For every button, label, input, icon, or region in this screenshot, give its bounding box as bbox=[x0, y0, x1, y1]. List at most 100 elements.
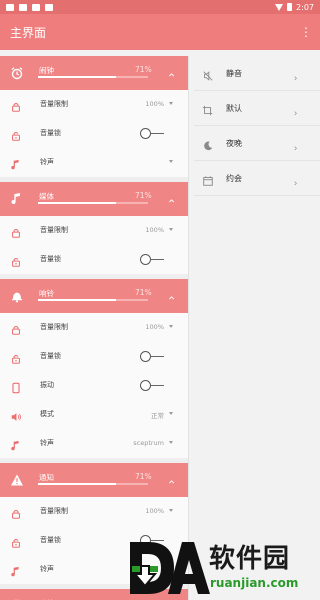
signal-icon bbox=[275, 3, 284, 11]
setting-label: 音量限制 bbox=[40, 226, 68, 234]
profile-item-meeting[interactable]: 约会 bbox=[194, 161, 320, 196]
chevron-up-icon[interactable] bbox=[168, 66, 178, 77]
lock-icon bbox=[10, 321, 22, 335]
volume-slider[interactable] bbox=[38, 483, 148, 485]
music-note-icon bbox=[10, 437, 22, 451]
notification-icon bbox=[19, 3, 27, 11]
moon-icon bbox=[202, 137, 214, 151]
notification-icon bbox=[6, 3, 14, 11]
setting-row-ringtone[interactable]: 铃声 sceptrum bbox=[0, 429, 188, 458]
warning-icon bbox=[10, 473, 24, 487]
section-label: 响铃 bbox=[39, 289, 54, 298]
setting-label: 音量限制 bbox=[40, 507, 68, 515]
profile-label: 默认 bbox=[226, 104, 242, 113]
music-note-icon bbox=[10, 192, 24, 206]
setting-label: 铃声 bbox=[40, 565, 54, 573]
section-header-media[interactable]: 媒体 71% bbox=[0, 182, 188, 216]
volume-percent: 71% bbox=[135, 191, 152, 200]
volume-slider[interactable] bbox=[38, 299, 148, 301]
setting-row-volume-lock[interactable]: 音量锁 bbox=[0, 119, 188, 148]
alarm-clock-icon bbox=[10, 66, 24, 80]
setting-label: 音量限制 bbox=[40, 100, 68, 108]
setting-row-volume-lock[interactable]: 音量锁 bbox=[0, 245, 188, 274]
toggle-switch[interactable] bbox=[140, 380, 164, 391]
setting-row-volume-limit[interactable]: 音量限制 100% bbox=[0, 497, 188, 526]
crop-icon bbox=[202, 102, 214, 116]
volume-sections-panel: 闹钟 71% 音量限制 100% 音量锁 铃声 媒体 71% 音量限制 100% 音量锁 响铃 71% 音… bbox=[0, 56, 188, 600]
dropdown-arrow-icon[interactable] bbox=[169, 412, 173, 415]
setting-row-volume-limit[interactable]: 音量限制 100% bbox=[0, 90, 188, 119]
setting-value[interactable]: 正常 bbox=[151, 410, 164, 420]
calendar-icon bbox=[202, 172, 214, 186]
volume-slider[interactable] bbox=[38, 202, 148, 204]
volume-slider-fill bbox=[38, 76, 117, 78]
setting-row-volume-limit[interactable]: 音量限制 100% bbox=[0, 216, 188, 245]
chevron-up-icon[interactable] bbox=[168, 192, 178, 203]
status-bar: 2:07 bbox=[0, 0, 320, 14]
setting-row-volume-lock[interactable]: 音量锁 bbox=[0, 342, 188, 371]
volume-slider-fill bbox=[38, 299, 117, 301]
profile-item-default[interactable]: 默认 bbox=[194, 91, 320, 126]
setting-value[interactable]: 100% bbox=[145, 507, 164, 515]
notification-icon bbox=[45, 3, 53, 11]
setting-label: 模式 bbox=[40, 410, 54, 418]
section-header-notification[interactable]: 通知 71% bbox=[0, 463, 188, 497]
section-header-ringer[interactable]: 响铃 71% bbox=[0, 279, 188, 313]
toggle-switch[interactable] bbox=[140, 351, 164, 362]
notification-icon bbox=[32, 3, 40, 11]
toggle-switch[interactable] bbox=[140, 128, 164, 139]
pane-divider bbox=[188, 56, 189, 600]
profile-label: 静音 bbox=[226, 69, 242, 78]
dropdown-arrow-icon[interactable] bbox=[169, 441, 173, 444]
volume-percent: 71% bbox=[135, 472, 152, 481]
toggle-switch[interactable] bbox=[140, 254, 164, 265]
more-vert-icon[interactable]: ⋮ bbox=[300, 26, 312, 38]
chevron-right-icon bbox=[293, 174, 301, 186]
chevron-right-icon bbox=[293, 104, 301, 116]
profile-label: 夜晚 bbox=[226, 139, 242, 148]
app-bar: 主界面 ⋮ bbox=[0, 14, 320, 50]
setting-row-ringtone[interactable]: 铃声 bbox=[0, 148, 188, 177]
chevron-up-icon[interactable] bbox=[168, 473, 178, 484]
unlock-icon bbox=[10, 534, 22, 548]
setting-value[interactable]: sceptrum bbox=[133, 439, 164, 447]
dropdown-arrow-icon[interactable] bbox=[169, 160, 173, 163]
setting-label: 音量锁 bbox=[40, 129, 61, 137]
setting-value[interactable]: 100% bbox=[145, 226, 164, 234]
chevron-up-icon[interactable] bbox=[168, 289, 178, 300]
setting-label: 音量锁 bbox=[40, 352, 61, 360]
dropdown-arrow-icon[interactable] bbox=[169, 228, 173, 231]
unlock-icon bbox=[10, 253, 22, 267]
chevron-right-icon bbox=[293, 139, 301, 151]
dropdown-arrow-icon[interactable] bbox=[169, 102, 173, 105]
dropdown-arrow-icon[interactable] bbox=[169, 509, 173, 512]
lock-icon bbox=[10, 98, 22, 112]
setting-label: 音量锁 bbox=[40, 536, 61, 544]
volume-slider[interactable] bbox=[38, 76, 148, 78]
profiles-list: 静音默认夜晚约会 bbox=[194, 56, 320, 206]
setting-value[interactable]: 100% bbox=[145, 323, 164, 331]
battery-icon bbox=[287, 3, 293, 11]
profile-item-silent[interactable]: 静音 bbox=[194, 56, 320, 91]
music-note-icon bbox=[10, 156, 22, 170]
dropdown-arrow-icon[interactable] bbox=[169, 325, 173, 328]
volume-percent: 71% bbox=[135, 288, 152, 297]
setting-row-volume-limit[interactable]: 音量限制 100% bbox=[0, 313, 188, 342]
unlock-icon bbox=[10, 350, 22, 364]
lock-icon bbox=[10, 224, 22, 238]
volume-slider-fill bbox=[38, 202, 117, 204]
chevron-right-icon bbox=[293, 69, 301, 81]
profile-item-night[interactable]: 夜晚 bbox=[194, 126, 320, 161]
volume-slider-fill bbox=[38, 483, 117, 485]
watermark-brand: 软件园 bbox=[209, 544, 291, 574]
phone-icon bbox=[10, 379, 22, 394]
watermark-domain: ruanjian.com bbox=[210, 576, 299, 590]
setting-label: 铃声 bbox=[40, 158, 54, 166]
setting-row-mode[interactable]: 模式 正常 bbox=[0, 400, 188, 429]
volume-percent: 71% bbox=[135, 65, 152, 74]
watermark-logo: 软件园 ruanjian.com bbox=[126, 536, 320, 600]
section-label: 闹钟 bbox=[39, 66, 54, 75]
setting-value[interactable]: 100% bbox=[145, 100, 164, 108]
section-header-alarm[interactable]: 闹钟 71% bbox=[0, 56, 188, 90]
setting-row-vibrate[interactable]: 振动 bbox=[0, 371, 188, 400]
